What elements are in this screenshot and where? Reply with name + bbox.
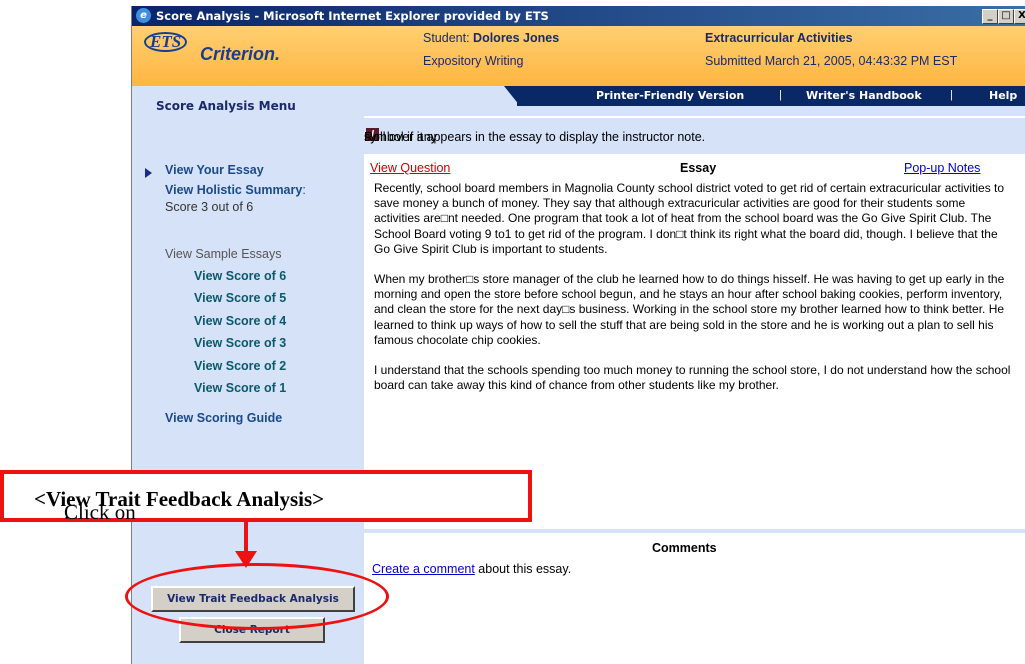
student-info: Student: Dolores Jones	[423, 31, 559, 45]
view-score-4-link[interactable]: View Score of 4	[194, 314, 286, 328]
instruction-text: symbol if it appears in the essay to dis…	[364, 130, 706, 144]
callout-arrow-shaft	[244, 522, 248, 554]
writers-handbook-link[interactable]: Writer's Handbook	[806, 89, 922, 102]
current-item-arrow-icon	[145, 168, 152, 178]
callout-prefix: Click on	[64, 500, 136, 524]
criterion-logo-text: Criterion.	[200, 44, 281, 64]
view-scoring-guide-link[interactable]: View Scoring Guide	[165, 411, 282, 425]
criterion-logo: ETS Criterion.	[144, 32, 280, 64]
view-holistic-summary-link[interactable]: View Holistic Summary:	[165, 183, 306, 197]
ie-logo-icon: e	[136, 8, 151, 23]
title-bar: e Score Analysis - Microsoft Internet Ex…	[132, 6, 1025, 26]
nav-links-bar	[517, 86, 1025, 106]
writing-mode: Expository Writing	[423, 54, 524, 68]
essay-paragraph: When my brother□s store manager of the c…	[374, 272, 1005, 347]
student-name: Dolores Jones	[473, 31, 560, 45]
view-score-1-link[interactable]: View Score of 1	[194, 381, 286, 395]
comments-heading: Comments	[652, 541, 717, 555]
essay-topic: Extracurricular Activities	[705, 31, 853, 45]
printer-friendly-link[interactable]: Printer-Friendly Version	[596, 89, 744, 102]
maximize-button[interactable]: □	[998, 9, 1014, 24]
create-comment-link[interactable]: Create a comment	[372, 562, 475, 576]
essay-paragraph: I understand that the schools spending t…	[374, 363, 1011, 393]
minimize-button[interactable]: _	[982, 9, 998, 24]
window-title: Score Analysis - Microsoft Internet Expl…	[156, 9, 549, 23]
comments-divider	[364, 529, 1025, 533]
view-question-link[interactable]: View Question	[370, 161, 450, 175]
view-score-2-link[interactable]: View Score of 2	[194, 359, 286, 373]
page-header: ETS Criterion. Student: Dolores Jones Ex…	[132, 26, 1025, 86]
view-score-5-link[interactable]: View Score of 5	[194, 291, 286, 305]
holistic-colon: :	[302, 183, 306, 197]
create-comment-suffix: about this essay.	[474, 562, 572, 576]
highlight-ellipse	[125, 563, 389, 630]
view-score-3-link[interactable]: View Score of 3	[194, 336, 286, 350]
essay-heading: Essay	[680, 161, 717, 175]
holistic-score: Score 3 out of 6	[165, 200, 254, 214]
nav-separator: |	[950, 89, 953, 101]
view-essay-link[interactable]: View Your Essay	[165, 163, 264, 177]
holistic-label: View Holistic Summary	[165, 183, 303, 197]
popup-notes-link[interactable]: Pop-up Notes	[904, 161, 980, 175]
sample-essays-label: View Sample Essays	[165, 247, 282, 261]
submitted-date: Submitted March 21, 2005, 04:43:32 PM ES…	[705, 54, 958, 68]
close-window-button[interactable]: X	[1014, 9, 1025, 24]
essay-text: Recently, school board members in Magnol…	[374, 181, 1012, 408]
essay-paragraph: Recently, school board members in Magnol…	[374, 181, 1005, 256]
instruction-bar: Roll over any I symbol if it appears in …	[364, 118, 1025, 154]
callout-suffix: .	[64, 500, 70, 524]
help-link[interactable]: Help	[989, 89, 1017, 102]
instruction-callout: Click on <View Trait Feedback Analysis>.	[0, 470, 532, 524]
nav-separator: |	[779, 89, 782, 101]
ets-logo-text: ETS	[144, 32, 188, 52]
student-label: Student:	[423, 31, 474, 45]
create-comment-line: Create a comment about this essay.	[372, 562, 571, 576]
menu-title: Score Analysis Menu	[156, 99, 296, 113]
view-score-6-link[interactable]: View Score of 6	[194, 269, 286, 283]
